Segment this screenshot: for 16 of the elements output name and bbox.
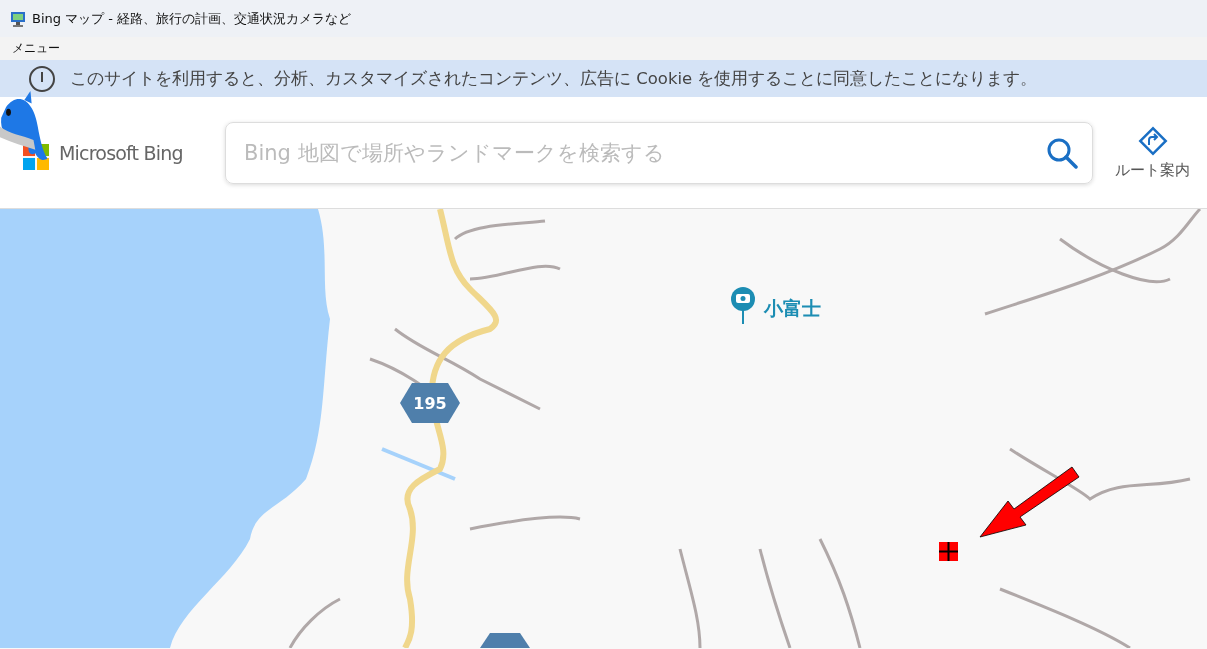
route-shield: 195 (400, 383, 460, 423)
search-icon[interactable] (1046, 136, 1078, 169)
app-icon (10, 10, 26, 27)
cookie-notice: このサイトを利用すると、分析、カスタマイズされたコンテンツ、広告に Cookie を使用することに同意したことになります。 (70, 67, 1038, 90)
directions-button[interactable]: ルート案内 (1115, 125, 1190, 180)
search-bar[interactable]: Bing 地図で場所やランドマークを検索する (225, 121, 1093, 184)
camera-pin-icon[interactable] (731, 287, 755, 325)
window-title: Bing マップ - 経路、旅行の計画、交通状況カメラなど (32, 9, 352, 28)
search-field[interactable]: Bing 地図で場所やランドマークを検索する (242, 139, 1046, 166)
arrow-icon (979, 466, 1080, 538)
route-shield (480, 633, 530, 648)
info-icon (28, 64, 56, 93)
menu-button[interactable]: メニュー (12, 40, 60, 57)
crosshair-marker-icon (938, 541, 959, 562)
place-label[interactable]: 小富士 (764, 297, 821, 319)
logo-text[interactable]: Microsoft Bing (59, 141, 183, 164)
